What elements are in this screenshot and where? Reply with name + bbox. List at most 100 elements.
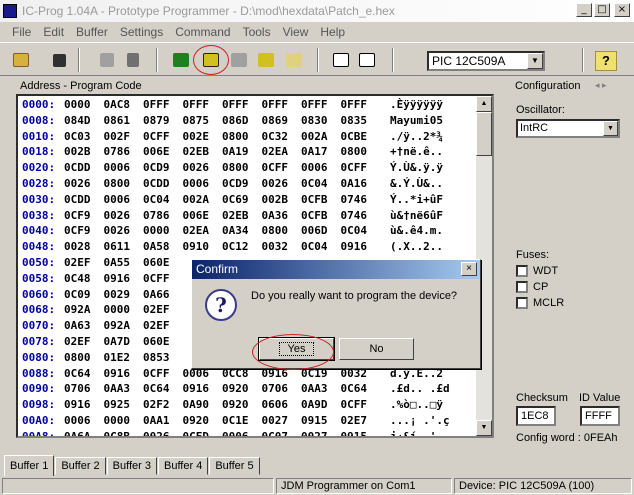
code-word[interactable]: 0029 — [104, 288, 144, 304]
code-word[interactable]: 0916 — [64, 398, 104, 414]
code-word[interactable]: 092A — [104, 319, 144, 335]
open-file-icon[interactable] — [10, 50, 32, 70]
no-button[interactable]: No — [339, 338, 414, 360]
code-word[interactable]: 0800 — [262, 224, 302, 240]
code-word[interactable]: 0C12 — [222, 240, 262, 256]
code-word[interactable]: 0027 — [301, 430, 341, 436]
code-word[interactable]: 0CDD — [64, 193, 104, 209]
code-word[interactable]: 0006 — [104, 161, 144, 177]
fuse-cp[interactable]: CP — [516, 281, 548, 293]
code-word[interactable]: 0A63 — [64, 319, 104, 335]
code-word[interactable]: 0879 — [143, 114, 183, 130]
menu-command[interactable]: Command — [169, 25, 236, 39]
code-word[interactable]: 0FFF — [183, 98, 223, 114]
code-word[interactable]: 0FFF — [262, 98, 302, 114]
code-word[interactable]: 0A90 — [183, 398, 223, 414]
menu-buffer[interactable]: Buffer — [70, 25, 114, 39]
verify-device-icon[interactable] — [255, 50, 277, 70]
code-word[interactable]: 0006 — [104, 193, 144, 209]
code-word[interactable]: 0C69 — [222, 193, 262, 209]
code-word[interactable]: 0861 — [104, 114, 144, 130]
code-word[interactable]: 0800 — [104, 177, 144, 193]
code-word[interactable]: 0A9D — [301, 398, 341, 414]
menu-file[interactable]: File — [6, 25, 37, 39]
code-word[interactable]: 0A17 — [301, 145, 341, 161]
write-chip-icon[interactable] — [330, 50, 352, 70]
code-word[interactable]: 0C1E — [222, 414, 262, 430]
tab-buffer-5[interactable]: Buffer 5 — [209, 457, 260, 475]
code-word[interactable]: 0000 — [143, 224, 183, 240]
compare-icon[interactable] — [96, 50, 118, 70]
code-word[interactable]: 0835 — [341, 114, 381, 130]
title-bar[interactable]: IC-Prog 1.04A - Prototype Programmer - D… — [0, 0, 634, 22]
code-word[interactable]: 0AC8 — [104, 98, 144, 114]
code-word[interactable]: 0FFF — [301, 98, 341, 114]
code-word[interactable]: 0A66 — [143, 288, 183, 304]
code-word[interactable]: 0A19 — [222, 145, 262, 161]
code-word[interactable]: 0875 — [183, 114, 223, 130]
code-word[interactable]: 0611 — [104, 240, 144, 256]
fuse-mclr[interactable]: MCLR — [516, 297, 564, 309]
code-word[interactable]: 0910 — [183, 240, 223, 256]
code-word[interactable]: 0C64 — [143, 382, 183, 398]
code-word[interactable]: 0746 — [341, 193, 381, 209]
code-word[interactable]: 0800 — [64, 351, 104, 367]
checkbox[interactable] — [516, 281, 528, 293]
code-word[interactable]: 0915 — [301, 414, 341, 430]
code-word[interactable]: 006E — [183, 209, 223, 225]
code-word[interactable]: 0C09 — [64, 288, 104, 304]
settings-chip-icon[interactable] — [356, 50, 378, 70]
read-device-icon[interactable] — [170, 50, 192, 70]
code-word[interactable]: 02EF — [143, 319, 183, 335]
code-word[interactable]: 0800 — [341, 145, 381, 161]
code-word[interactable]: 02EB — [183, 145, 223, 161]
code-word[interactable]: 0026 — [262, 177, 302, 193]
code-word[interactable]: 084D — [64, 114, 104, 130]
code-word[interactable]: 02EB — [222, 209, 262, 225]
code-word[interactable]: 0CD9 — [222, 177, 262, 193]
code-word[interactable]: 0800 — [222, 130, 262, 146]
code-word[interactable]: 0026 — [64, 177, 104, 193]
code-word[interactable]: 0AA3 — [104, 382, 144, 398]
code-word[interactable]: 0786 — [143, 209, 183, 225]
code-word[interactable]: 0006 — [64, 414, 104, 430]
oscillator-select[interactable]: IntRC ▼ — [516, 119, 620, 138]
code-word[interactable]: 0FFF — [143, 98, 183, 114]
code-word[interactable]: 0AA3 — [301, 382, 341, 398]
code-word[interactable]: 0AA1 — [143, 414, 183, 430]
code-word[interactable]: 0CFB — [301, 193, 341, 209]
code-word[interactable]: 01E2 — [104, 351, 144, 367]
code-word[interactable]: 0C03 — [64, 130, 104, 146]
chevron-down-icon[interactable]: ▼ — [527, 53, 543, 69]
code-word[interactable]: 0C04 — [301, 177, 341, 193]
fuse-wdt[interactable]: WDT — [516, 265, 558, 277]
code-word[interactable]: 0746 — [341, 209, 381, 225]
code-word[interactable]: 0925 — [104, 398, 144, 414]
code-word[interactable]: 086D — [222, 114, 262, 130]
checkbox[interactable] — [516, 297, 528, 309]
code-word[interactable]: 002E — [183, 130, 223, 146]
scroll-down-icon[interactable]: ▼ — [476, 420, 492, 436]
code-word[interactable]: 0830 — [301, 114, 341, 130]
help-icon[interactable]: ? — [595, 51, 617, 71]
code-word[interactable]: 0CFF — [341, 398, 381, 414]
code-word[interactable]: 0026 — [104, 224, 144, 240]
blank-check-icon[interactable] — [283, 50, 305, 70]
code-word[interactable]: 0000 — [64, 98, 104, 114]
code-word[interactable]: 0CBE — [341, 130, 381, 146]
code-word[interactable]: 0000 — [104, 414, 144, 430]
code-word[interactable]: 0026 — [104, 209, 144, 225]
code-word[interactable]: 0026 — [183, 161, 223, 177]
tab-buffer-1[interactable]: Buffer 1 — [4, 455, 55, 476]
code-word[interactable]: 0C32 — [262, 130, 302, 146]
code-word[interactable]: 0CD9 — [143, 161, 183, 177]
code-word[interactable]: 0915 — [341, 430, 381, 436]
code-word[interactable]: 0CFF — [262, 161, 302, 177]
erase-device-icon[interactable] — [228, 50, 250, 70]
code-word[interactable]: 02EA — [183, 224, 223, 240]
code-word[interactable]: 0FFF — [341, 98, 381, 114]
code-word[interactable]: 0CFB — [301, 209, 341, 225]
code-word[interactable]: 006D — [301, 224, 341, 240]
code-word[interactable]: 0920 — [222, 382, 262, 398]
code-word[interactable]: 0A6A — [64, 430, 104, 436]
